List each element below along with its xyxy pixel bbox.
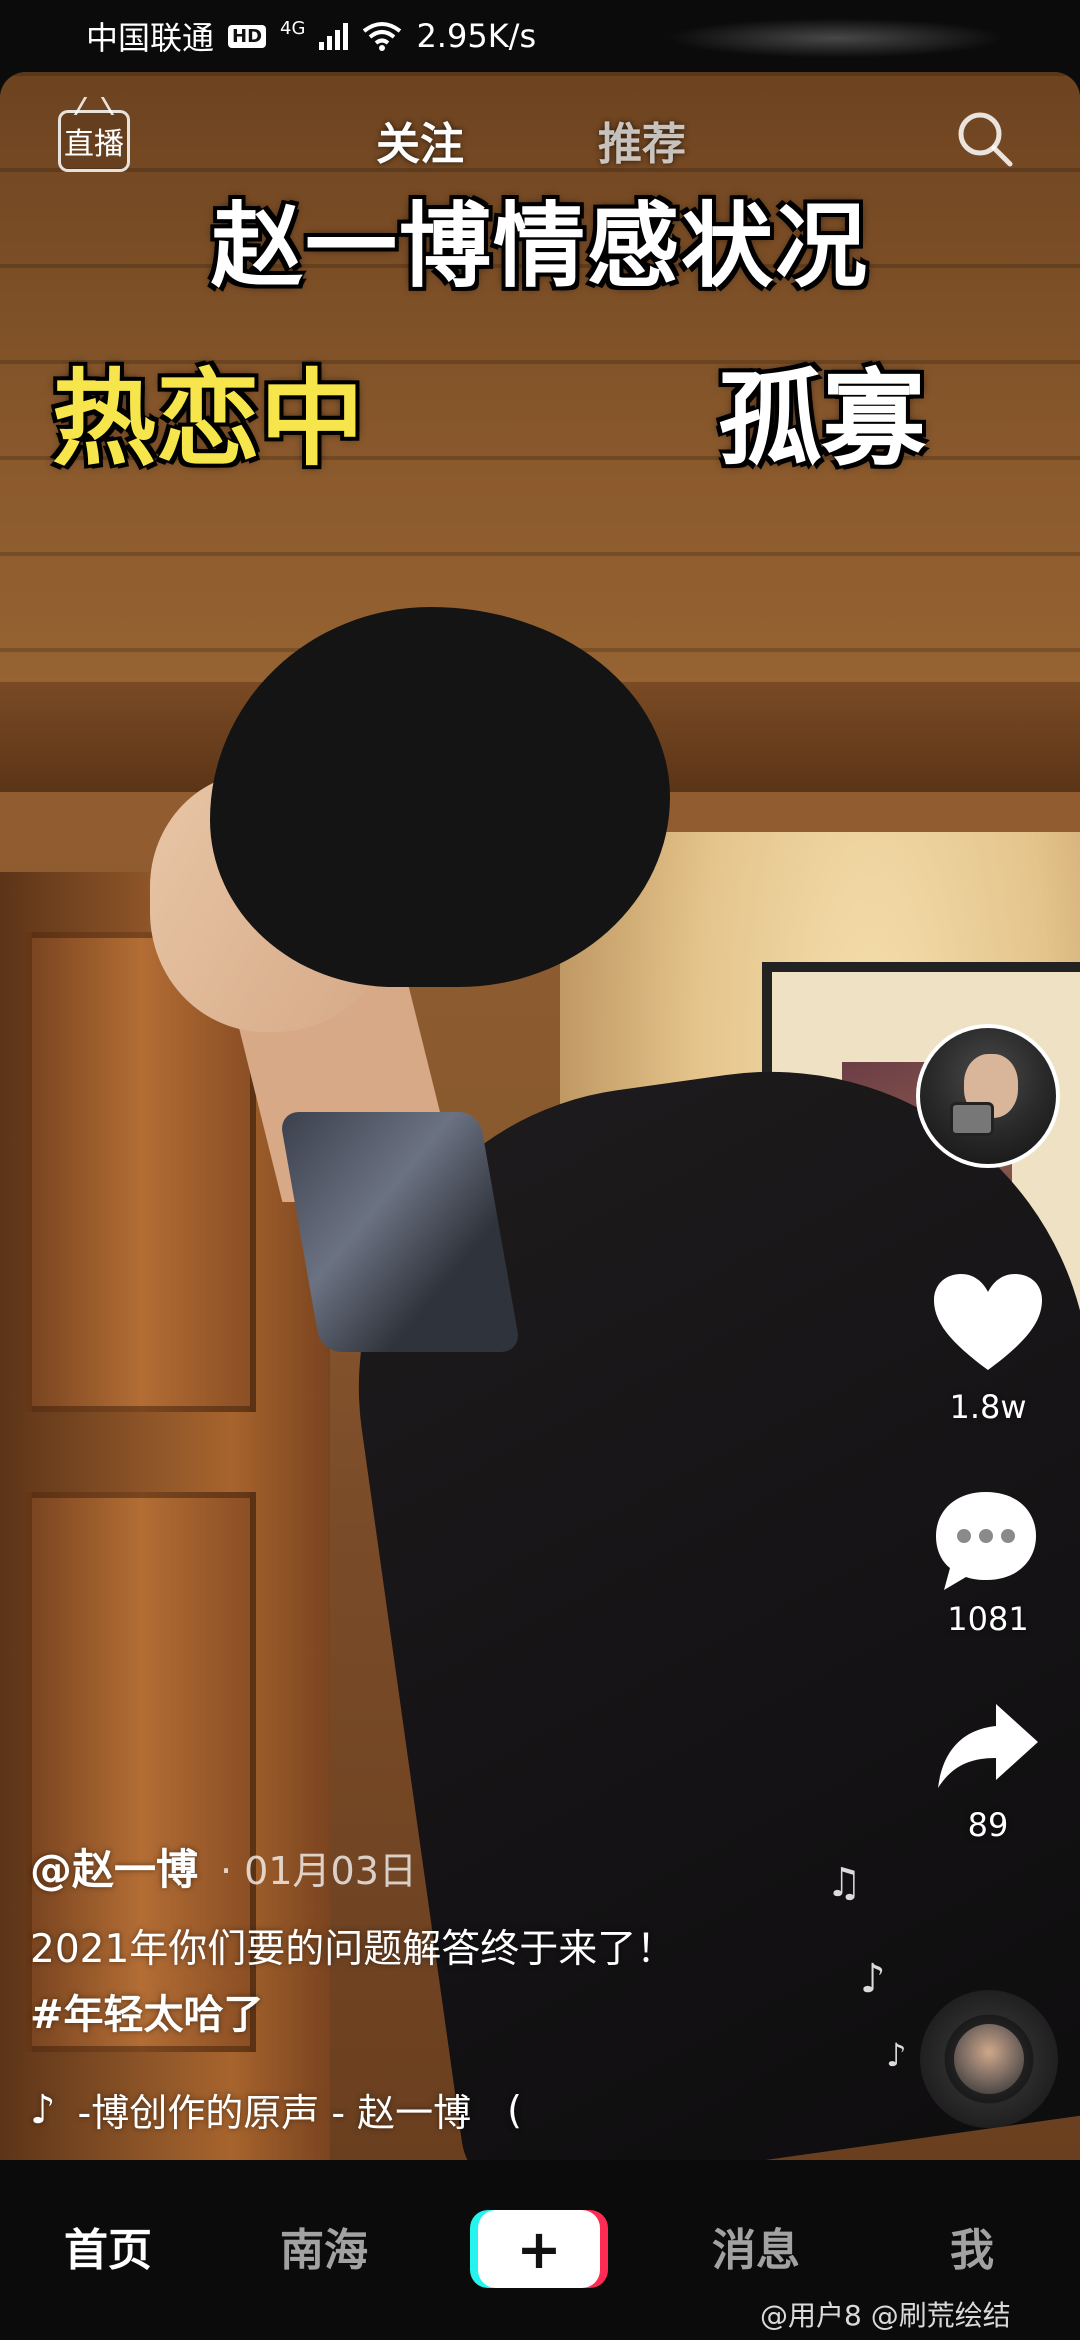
share-icon[interactable] bbox=[934, 1700, 1042, 1796]
nav-me[interactable]: 我 bbox=[950, 2214, 994, 2278]
screen: 中国联通 HD 4G 2.95K/s 赵一博情感状况 热恋中 孤寡 直播 关注 … bbox=[0, 0, 1080, 2340]
post-date: · 01月03日 bbox=[220, 1849, 417, 1893]
watermark: @用户8 @刷荒绘结 bbox=[760, 2299, 1011, 2332]
nav-nanhai[interactable]: 南海 bbox=[280, 2214, 368, 2278]
music-row[interactable]: ♪ -博创作的原声 - 赵一博 ( bbox=[30, 2082, 522, 2137]
music-note-icon: ♪ bbox=[860, 1956, 886, 2002]
like-count: 1.8w bbox=[949, 1388, 1027, 1426]
nav-messages[interactable]: 消息 bbox=[712, 2214, 800, 2278]
network-type: 4G bbox=[280, 18, 306, 39]
status-icons-blurred bbox=[666, 18, 1006, 58]
create-button[interactable]: + bbox=[478, 2210, 600, 2288]
music-title: -博创作的原声 - 赵一博 bbox=[77, 2091, 472, 2135]
nav-home[interactable]: 首页 bbox=[64, 2214, 152, 2278]
tab-recommended[interactable]: 推荐 bbox=[598, 108, 686, 172]
person-hair bbox=[210, 607, 670, 987]
hd-badge: HD bbox=[228, 24, 267, 48]
music-disc[interactable] bbox=[920, 1990, 1058, 2128]
music-note-icon: ♫ bbox=[826, 1860, 862, 1906]
author-name[interactable]: @赵一博 bbox=[30, 1836, 198, 1897]
carrier-label: 中国联通 bbox=[86, 19, 215, 57]
signal-icon bbox=[319, 22, 349, 50]
comment-count: 1081 bbox=[947, 1600, 1029, 1638]
music-note-icon: ♪ bbox=[30, 2086, 56, 2133]
music-note-icon: ♪ bbox=[886, 2036, 907, 2074]
person-collar bbox=[278, 1112, 522, 1352]
plus-icon: + bbox=[516, 2217, 562, 2281]
search-icon[interactable] bbox=[954, 108, 1016, 170]
wifi-icon bbox=[363, 22, 402, 51]
heart-icon[interactable] bbox=[930, 1270, 1046, 1374]
tab-following[interactable]: 关注 bbox=[376, 108, 464, 172]
video-caption-right: 孤寡 bbox=[718, 358, 927, 480]
top-nav: 直播 关注 推荐 bbox=[0, 72, 1080, 212]
live-label: 直播 bbox=[64, 127, 124, 162]
network-speed: 2.95K/s bbox=[416, 17, 537, 55]
live-icon[interactable]: 直播 bbox=[58, 110, 130, 172]
post-caption: 2021年你们要的问题解答终于来了！ bbox=[30, 1927, 676, 1972]
avatar-camera bbox=[950, 1102, 994, 1136]
music-disc-cover bbox=[954, 2024, 1024, 2094]
video-caption-left: 热恋中 bbox=[52, 358, 365, 480]
music-title-overflow: ( bbox=[507, 2087, 522, 2132]
comment-icon[interactable] bbox=[930, 1486, 1042, 1596]
author-avatar[interactable] bbox=[916, 1024, 1060, 1168]
share-count: 89 bbox=[967, 1806, 1009, 1844]
hashtag-link[interactable]: #年轻太哈了 bbox=[30, 1982, 264, 2040]
